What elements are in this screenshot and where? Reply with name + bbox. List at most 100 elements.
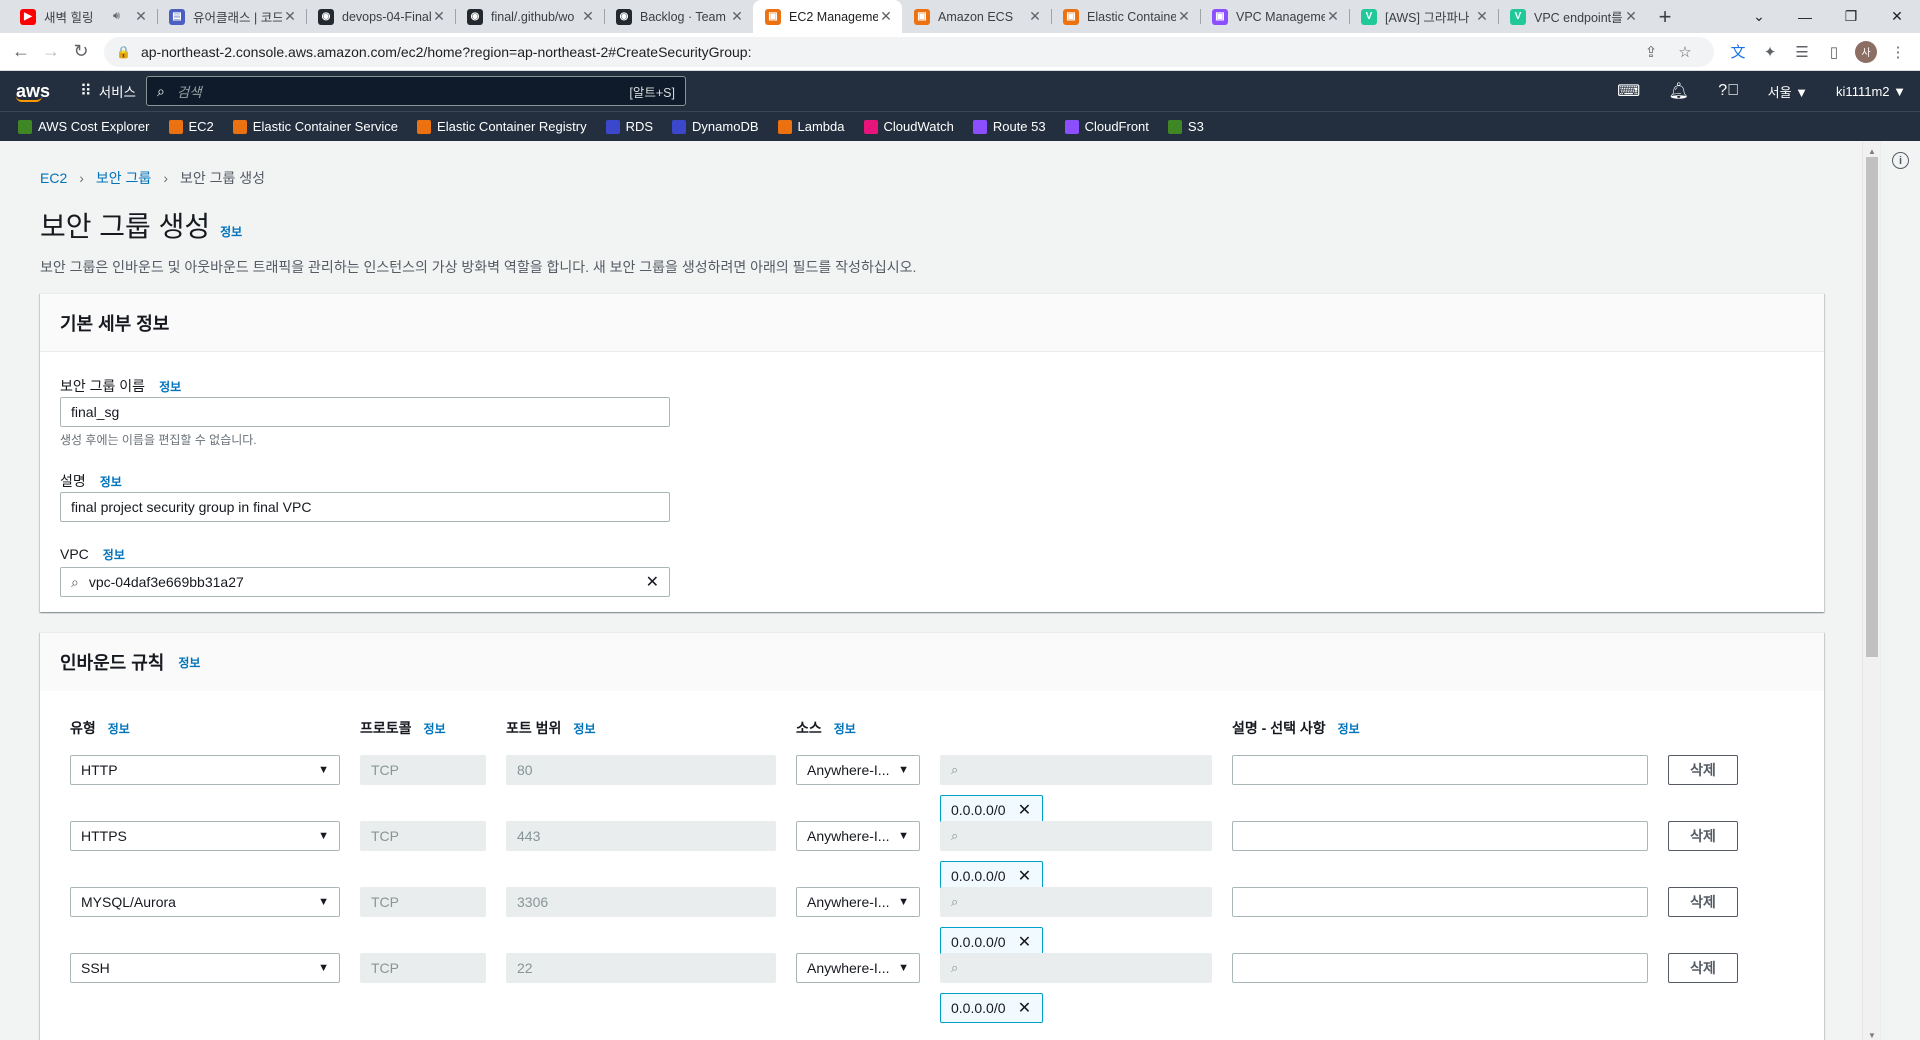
delete-rule-button[interactable]: 삭제: [1668, 953, 1738, 983]
rule-source-select[interactable]: Anywhere-I... ▼: [796, 887, 920, 917]
col-type-info-link[interactable]: 정보: [108, 720, 130, 737]
vpc-autosuggest-input[interactable]: ⌕ vpc-04daf3e669bb31a27 ✕: [60, 567, 670, 597]
rule-type-select[interactable]: MYSQL/Aurora ▼: [70, 887, 340, 917]
side-panel-icon[interactable]: ▯: [1818, 37, 1850, 67]
browser-tab[interactable]: ◉ final/.github/wo ✕: [455, 0, 604, 33]
favorite-service-link[interactable]: CloudWatch: [863, 119, 954, 134]
notifications-bell-icon[interactable]: 🔔︎: [1654, 71, 1704, 111]
favorite-service-link[interactable]: EC2: [168, 119, 214, 134]
favorite-service-link[interactable]: Elastic Container Registry: [417, 119, 587, 134]
browser-tab[interactable]: ▶ 새벽 힐링 🔊︎ ✕: [8, 0, 157, 33]
forward-button[interactable]: →: [36, 37, 66, 67]
delete-rule-button[interactable]: 삭제: [1668, 887, 1738, 917]
restore-button[interactable]: ❐: [1828, 0, 1874, 33]
col-desc-info-link[interactable]: 정보: [1338, 720, 1360, 737]
vpc-info-link[interactable]: 정보: [103, 546, 125, 563]
favorite-service-link[interactable]: AWS Cost Explorer: [18, 119, 150, 134]
favorite-service-link[interactable]: DynamoDB: [672, 119, 759, 134]
sg-name-info-link[interactable]: 정보: [159, 378, 181, 395]
tab-close-icon[interactable]: ✕: [133, 8, 149, 25]
tab-search-chevron-icon[interactable]: ⌄: [1736, 0, 1782, 33]
tab-close-icon[interactable]: ✕: [1027, 8, 1043, 25]
browser-tab[interactable]: ◉ Backlog · Team ✕: [604, 0, 753, 33]
profile-avatar[interactable]: 사: [1850, 37, 1882, 67]
minimize-button[interactable]: —: [1782, 0, 1828, 33]
rule-description-input[interactable]: [1232, 953, 1648, 983]
rule-description-input[interactable]: [1232, 821, 1648, 851]
browser-menu-icon[interactable]: ⋮: [1882, 37, 1914, 67]
rule-type-select[interactable]: HTTPS ▼: [70, 821, 340, 851]
close-window-button[interactable]: ✕: [1874, 0, 1920, 33]
delete-rule-button[interactable]: 삭제: [1668, 821, 1738, 851]
rule-cidr-search-input[interactable]: ⌕: [940, 821, 1212, 851]
new-tab-button[interactable]: +: [1647, 0, 1683, 33]
browser-tab[interactable]: V VPC endpoint를 ✕: [1498, 0, 1647, 33]
browser-tab[interactable]: ▣ Amazon ECS ✕: [902, 0, 1051, 33]
rule-source-select[interactable]: Anywhere-I... ▼: [796, 821, 920, 851]
tab-close-icon[interactable]: ✕: [1623, 8, 1639, 25]
tab-close-icon[interactable]: ✕: [282, 8, 298, 25]
bookmark-star-icon[interactable]: ☆: [1668, 43, 1702, 61]
col-protocol-info-link[interactable]: 정보: [424, 720, 446, 737]
rule-type-select[interactable]: HTTP ▼: [70, 755, 340, 785]
rule-type-select[interactable]: SSH ▼: [70, 953, 340, 983]
tab-close-icon[interactable]: ✕: [431, 8, 447, 25]
rule-cidr-search-input[interactable]: ⌕: [940, 953, 1212, 983]
scrollbar-thumb[interactable]: [1866, 157, 1878, 657]
browser-tab[interactable]: ▤ 유어클래스 | 코드 ✕: [157, 0, 306, 33]
tab-close-icon[interactable]: ✕: [1176, 8, 1192, 25]
remove-token-icon[interactable]: ✕: [1012, 932, 1038, 952]
rule-source-select[interactable]: Anywhere-I... ▼: [796, 953, 920, 983]
services-menu-button[interactable]: ⠿ 서비스: [66, 81, 146, 101]
breadcrumb-security-groups[interactable]: 보안 그룹: [96, 168, 151, 188]
sg-desc-info-link[interactable]: 정보: [100, 473, 122, 490]
account-menu[interactable]: ki1111m2 ▼: [1822, 84, 1920, 99]
browser-tab[interactable]: ▣ EC2 Management✕: [753, 0, 902, 33]
remove-token-icon[interactable]: ✕: [1012, 998, 1038, 1018]
favorite-service-link[interactable]: Route 53: [972, 119, 1046, 134]
favorite-service-link[interactable]: Elastic Container Service: [232, 119, 398, 134]
reload-button[interactable]: ↻: [66, 37, 96, 67]
clear-icon[interactable]: ✕: [646, 572, 659, 592]
tab-close-icon[interactable]: ✕: [580, 8, 596, 25]
favorite-service-link[interactable]: Lambda: [777, 119, 845, 134]
col-source-info-link[interactable]: 정보: [834, 720, 856, 737]
back-button[interactable]: ←: [6, 37, 36, 67]
remove-token-icon[interactable]: ✕: [1012, 866, 1038, 886]
favorite-service-link[interactable]: CloudFront: [1064, 119, 1149, 134]
scroll-up-arrow-icon[interactable]: ▲: [1868, 147, 1876, 156]
tab-close-icon[interactable]: ✕: [729, 8, 745, 25]
reading-list-icon[interactable]: ☰: [1786, 37, 1818, 67]
rule-source-select[interactable]: Anywhere-I... ▼: [796, 755, 920, 785]
info-panel-icon[interactable]: i: [1892, 152, 1909, 169]
tab-close-icon[interactable]: ✕: [1474, 8, 1490, 25]
breadcrumb-ec2[interactable]: EC2: [40, 170, 67, 186]
browser-tab[interactable]: ▣ Elastic Container ✕: [1051, 0, 1200, 33]
sg-description-input[interactable]: final project security group in final VP…: [60, 492, 670, 522]
col-port-info-link[interactable]: 정보: [573, 720, 595, 737]
translate-extension-icon[interactable]: 文: [1722, 37, 1754, 67]
help-icon[interactable]: ?⃝: [1704, 71, 1754, 111]
remove-token-icon[interactable]: ✕: [1012, 800, 1038, 820]
cloudshell-icon[interactable]: ⌨: [1604, 71, 1654, 111]
page-info-link[interactable]: 정보: [220, 223, 242, 240]
scroll-down-arrow-icon[interactable]: ▼: [1868, 1031, 1876, 1040]
rule-cidr-search-input[interactable]: ⌕: [940, 887, 1212, 917]
tab-close-icon[interactable]: ✕: [878, 8, 894, 25]
inbound-info-link[interactable]: 정보: [178, 654, 200, 671]
extensions-puzzle-icon[interactable]: ✦: [1754, 37, 1786, 67]
delete-rule-button[interactable]: 삭제: [1668, 755, 1738, 785]
rule-cidr-search-input[interactable]: ⌕: [940, 755, 1212, 785]
url-omnibox[interactable]: 🔒 ap-northeast-2.console.aws.amazon.com/…: [104, 36, 1714, 67]
sg-name-input[interactable]: final_sg: [60, 397, 670, 427]
aws-logo[interactable]: aws: [0, 71, 66, 111]
favorite-service-link[interactable]: RDS: [605, 119, 653, 134]
rule-description-input[interactable]: [1232, 887, 1648, 917]
rule-description-input[interactable]: [1232, 755, 1648, 785]
browser-tab[interactable]: ▣ VPC Management✕: [1200, 0, 1349, 33]
favorite-service-link[interactable]: S3: [1167, 119, 1204, 134]
browser-tab[interactable]: V [AWS] 그라파나 ✕: [1349, 0, 1498, 33]
browser-tab[interactable]: ◉ devops-04-Final ✕: [306, 0, 455, 33]
tab-close-icon[interactable]: ✕: [1325, 8, 1341, 25]
region-selector[interactable]: 서울 ▼: [1754, 82, 1822, 101]
